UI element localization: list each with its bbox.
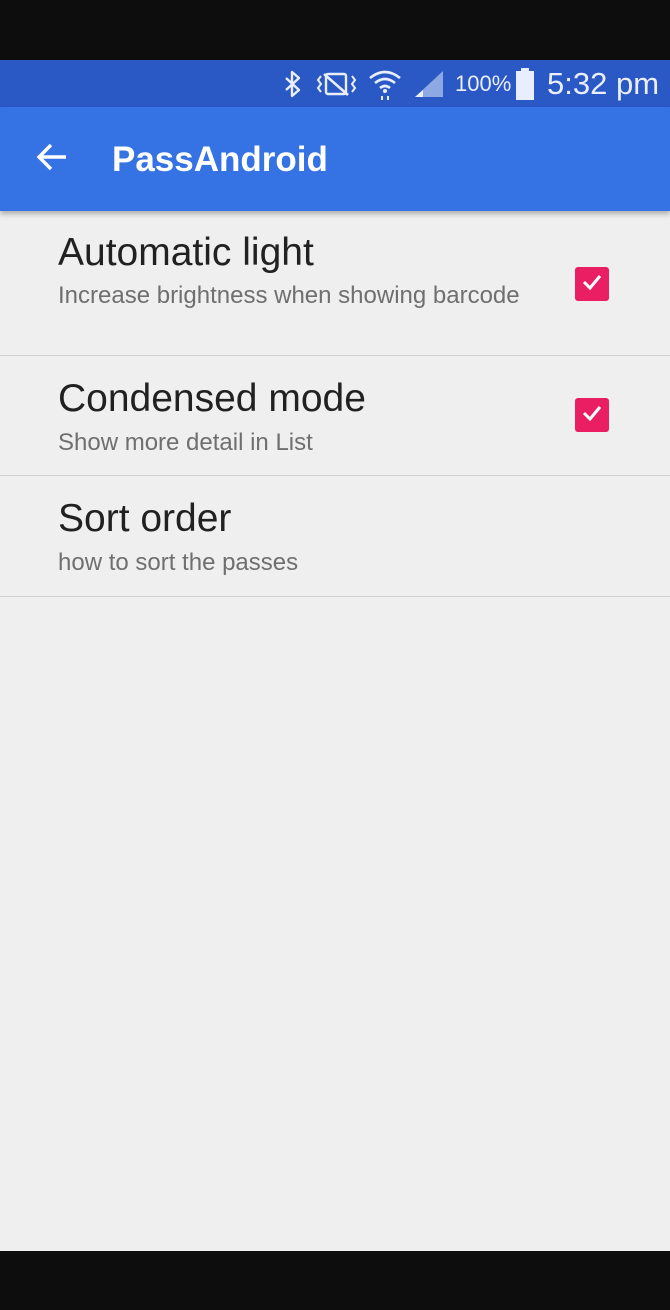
- pref-sort-order[interactable]: Sort order how to sort the passes: [0, 476, 670, 597]
- arrow-left-icon: [36, 143, 68, 176]
- automatic-light-checkbox[interactable]: [575, 267, 609, 301]
- bluetooth-icon: [282, 60, 304, 107]
- back-button[interactable]: [22, 133, 82, 185]
- app-title: PassAndroid: [112, 140, 328, 179]
- condensed-mode-checkbox[interactable]: [575, 398, 609, 432]
- app-bar: PassAndroid: [0, 107, 670, 211]
- battery-icon: [514, 60, 536, 107]
- status-time: 5:32 pm: [547, 66, 660, 101]
- pref-summary: how to sort the passes: [58, 549, 299, 576]
- checkmark-icon: [580, 270, 604, 299]
- pref-title: Automatic light: [58, 231, 314, 274]
- signal-icon: [413, 60, 445, 107]
- pref-automatic-light[interactable]: Automatic light Increase brightness when…: [0, 211, 670, 356]
- pref-summary: Show more detail in List: [58, 429, 313, 456]
- pref-condensed-mode[interactable]: Condensed mode Show more detail in List: [0, 356, 670, 476]
- wifi-icon: [368, 60, 402, 107]
- checkmark-icon: [580, 401, 604, 430]
- pref-summary: Increase brightness when showing barcode: [58, 282, 520, 309]
- status-bar: 100% 5:32 pm: [0, 60, 670, 107]
- preferences-list: Automatic light Increase brightness when…: [0, 211, 670, 1251]
- pref-title: Condensed mode: [58, 377, 366, 420]
- bottom-black-bar: [0, 1251, 670, 1310]
- battery-percent: 100%: [455, 71, 512, 96]
- vibrate-icon: [316, 60, 362, 107]
- top-black-bar: [0, 0, 670, 60]
- pref-title: Sort order: [58, 497, 232, 540]
